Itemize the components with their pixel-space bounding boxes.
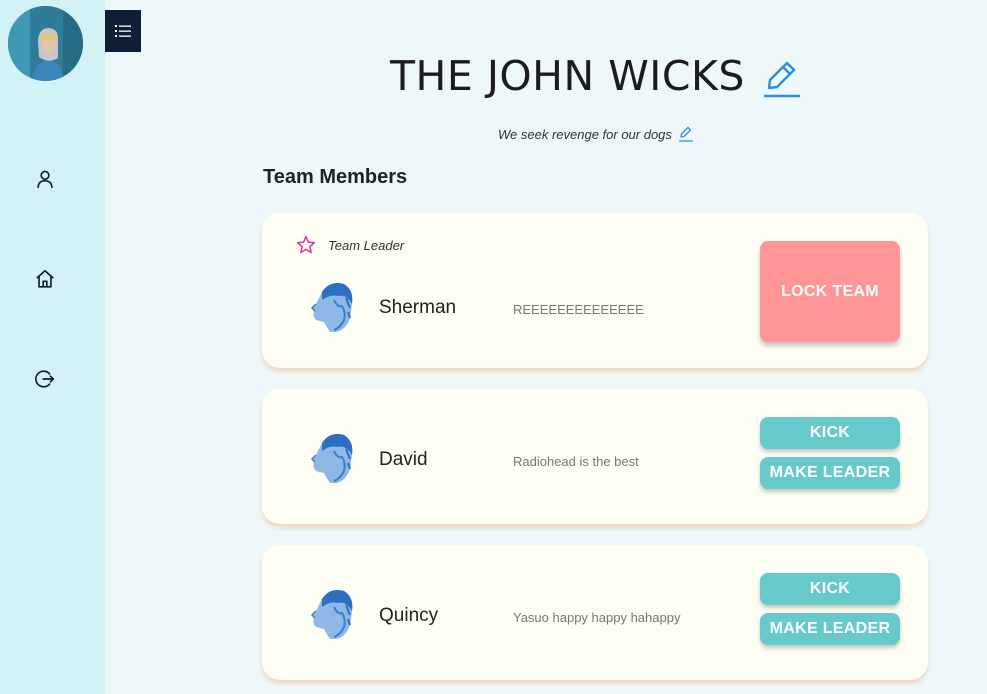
member-status: REEEEEEEEEEEEEE	[513, 302, 644, 317]
member-avatar	[308, 429, 356, 485]
user-avatar[interactable]	[8, 6, 83, 81]
edit-motto-icon[interactable]	[678, 126, 694, 142]
member-card: David Radiohead is the best KICK MAKE LE…	[262, 389, 928, 524]
member-name: Quincy	[379, 605, 439, 626]
member-name: David	[379, 449, 428, 470]
member-avatar	[308, 278, 356, 334]
logout-icon[interactable]	[32, 366, 58, 392]
member-avatar	[308, 585, 356, 641]
team-leader-badge: Team Leader	[296, 235, 404, 255]
list-icon	[115, 25, 131, 37]
make-leader-button[interactable]: MAKE LEADER	[760, 613, 900, 645]
member-card-leader: Team Leader Sherman REEEEEEEEEEEEEE LOCK…	[262, 213, 928, 368]
lock-team-button[interactable]: LOCK TEAM	[760, 241, 900, 342]
member-status: Radiohead is the best	[513, 454, 639, 469]
user-icon[interactable]	[32, 166, 58, 192]
kick-button[interactable]: KICK	[760, 573, 900, 605]
menu-toggle-button[interactable]	[105, 10, 141, 52]
home-icon[interactable]	[32, 266, 58, 292]
star-icon	[296, 235, 316, 254]
sidebar	[0, 0, 105, 694]
member-name: Sherman	[379, 297, 457, 318]
team-name: THE JOHN WICKS	[390, 52, 745, 100]
member-status: Yasuo happy happy hahappy	[513, 610, 681, 625]
team-leader-label: Team Leader	[328, 237, 405, 253]
team-members-heading: Team Members	[263, 166, 408, 188]
member-card: Quincy Yasuo happy happy hahappy KICK MA…	[262, 545, 928, 680]
make-leader-button[interactable]: MAKE LEADER	[760, 457, 900, 489]
edit-team-name-icon[interactable]	[763, 60, 801, 98]
team-motto: We seek revenge for our dogs	[498, 127, 672, 142]
kick-button[interactable]: KICK	[760, 417, 900, 449]
